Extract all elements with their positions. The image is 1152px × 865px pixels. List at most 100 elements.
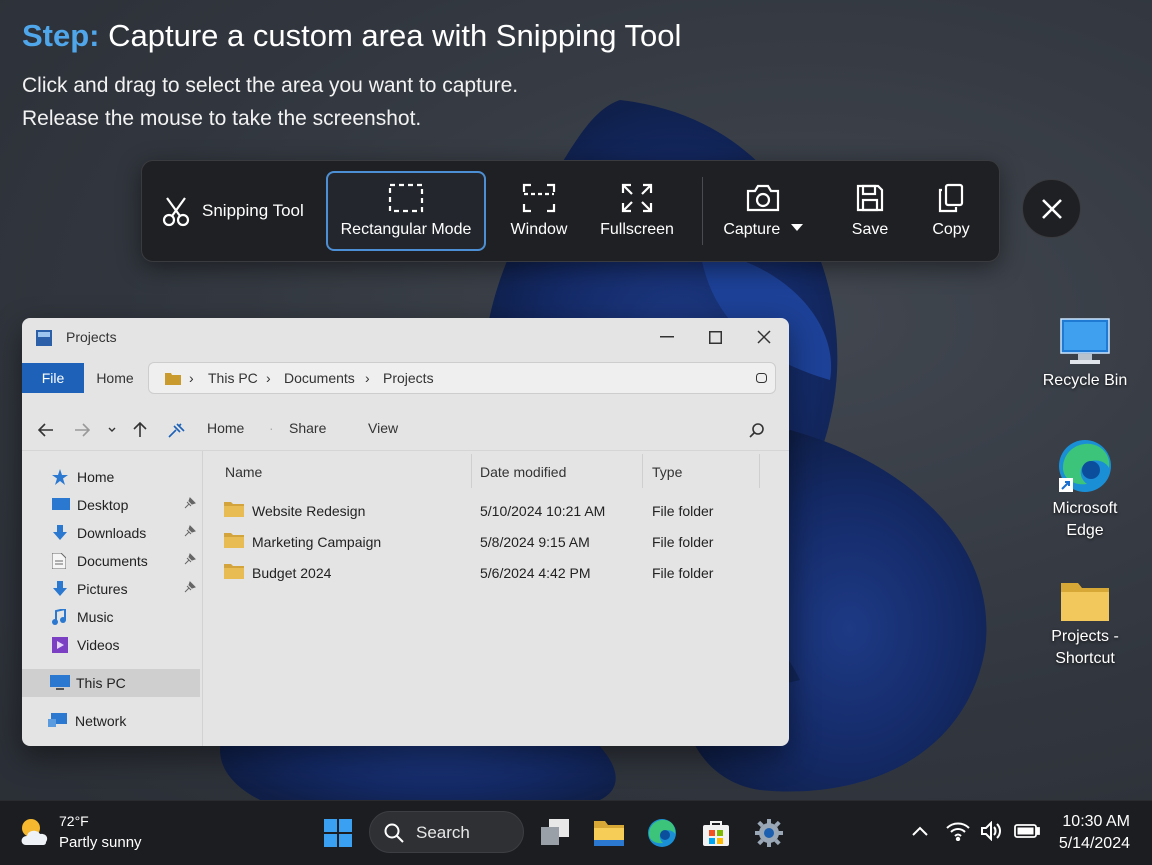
file-row[interactable]: Marketing Campaign 5/8/2024 9:15 AM File… [222, 529, 782, 555]
close-snip-button[interactable] [1022, 179, 1081, 238]
close-window-button[interactable] [749, 324, 779, 350]
command-bar: Home · Share View [22, 410, 789, 451]
folder-icon [224, 502, 244, 517]
save-icon [856, 184, 884, 212]
step-title-text: Capture a custom area with Snipping Tool [108, 18, 682, 53]
capture-label: Capture [723, 221, 803, 239]
nav-item-downloads[interactable]: Downloads [22, 519, 200, 547]
minimize-button[interactable] [652, 324, 682, 350]
back-arrow-icon[interactable] [38, 423, 54, 437]
nav-item-documents[interactable]: Documents [22, 547, 200, 575]
star-icon [52, 469, 68, 485]
capture-button[interactable]: Capture [716, 171, 810, 251]
desktop-icon-microsoft-edge[interactable]: Microsoft Edge [1030, 438, 1140, 542]
nav-item-network[interactable]: Network [22, 707, 200, 735]
download-icon [53, 525, 67, 540]
save-label: Save [851, 221, 889, 238]
fullscreen-mode-button[interactable]: Fullscreen [590, 171, 684, 251]
nav-item-pictures[interactable]: Pictures [22, 575, 200, 603]
forward-arrow-icon[interactable] [74, 423, 90, 437]
breadcrumb-projects[interactable]: Projects [383, 370, 434, 386]
copy-button[interactable]: Copy [912, 171, 990, 251]
folder-icon [165, 373, 181, 385]
cmd-home[interactable]: Home [207, 420, 244, 436]
desktop-icon-recycle-bin[interactable]: Recycle Bin [1030, 318, 1140, 392]
home-tab[interactable]: Home [84, 363, 146, 393]
window-selection-icon [522, 183, 556, 213]
edge-label: Microsoft Edge [1052, 500, 1118, 539]
rectangular-mode-button[interactable]: Rectangular Mode [326, 171, 486, 251]
rectangle-selection-icon [388, 183, 424, 213]
clock-time[interactable]: 10:30 AM [1062, 813, 1130, 831]
search-label: Search [416, 823, 470, 842]
cmd-view[interactable]: View [368, 420, 398, 436]
close-icon [1041, 198, 1062, 219]
explorer-titlebar: Projects [22, 318, 789, 356]
up-arrow-icon[interactable] [133, 422, 147, 438]
file-explorer-taskbar-button[interactable] [589, 813, 629, 853]
column-header-date[interactable]: Date modified [480, 464, 566, 480]
column-header-type[interactable]: Type [652, 464, 682, 480]
pin-icon [184, 525, 196, 537]
cmd-share[interactable]: Share [289, 420, 326, 436]
search-icon [384, 823, 404, 843]
battery-icon[interactable] [1014, 824, 1040, 838]
wifi-icon[interactable] [946, 821, 970, 841]
column-divider [471, 454, 472, 488]
pin-icon [184, 581, 196, 593]
nav-item-videos[interactable]: Videos [22, 631, 200, 659]
weather-partly-sunny-icon[interactable] [18, 815, 52, 849]
breadcrumb-this-pc[interactable]: This PC [208, 370, 258, 386]
maximize-icon [708, 330, 722, 344]
chevron-up-icon[interactable] [912, 826, 928, 836]
volume-icon[interactable] [980, 821, 1004, 841]
search-box-icon [756, 373, 767, 383]
cmd-divider: · [269, 420, 274, 436]
breadcrumb-separator: › [266, 370, 271, 386]
file-explorer-icon [594, 821, 624, 846]
search-icon[interactable] [749, 422, 765, 438]
store-taskbar-button[interactable] [696, 813, 736, 853]
nav-item-desktop[interactable]: Desktop [22, 491, 200, 519]
desktop-icon [52, 498, 70, 510]
start-button[interactable] [318, 813, 358, 853]
folder-icon [224, 564, 244, 579]
snipping-tool-brand: Snipping Tool [162, 191, 304, 231]
windows-logo-icon [324, 819, 352, 847]
close-icon [757, 330, 771, 344]
chevron-down-icon [790, 224, 803, 231]
recent-chevron-icon[interactable] [108, 427, 116, 433]
column-divider [759, 454, 760, 488]
file-row[interactable]: Budget 2024 5/6/2024 4:42 PM File folder [222, 560, 782, 586]
desktop-icon-projects-shortcut[interactable]: Projects - Shortcut [1030, 580, 1140, 670]
edge-taskbar-button[interactable] [642, 813, 682, 853]
video-icon [52, 637, 68, 653]
projects-shortcut-label: Projects - Shortcut [1051, 628, 1119, 667]
snipping-toolbar: Snipping Tool Rectangular Mode Window Fu… [141, 160, 1000, 262]
nav-item-this-pc[interactable]: This PC [22, 669, 200, 697]
pin-icon[interactable] [168, 422, 186, 438]
file-tab[interactable]: File [22, 363, 84, 393]
address-bar[interactable]: › This PC › Documents › Projects [148, 362, 776, 394]
taskbar-search-box[interactable]: Search [369, 811, 524, 853]
pictures-icon [53, 581, 67, 596]
window-mode-label: Window [510, 221, 568, 238]
settings-taskbar-button[interactable] [749, 813, 789, 853]
toolbar-separator [702, 177, 703, 245]
folder-icon [224, 533, 244, 548]
clock-date[interactable]: 5/14/2024 [1059, 835, 1130, 853]
column-header-name[interactable]: Name [225, 464, 262, 480]
task-view-button[interactable] [535, 813, 575, 853]
window-mode-button[interactable]: Window [494, 171, 584, 251]
document-icon [52, 553, 66, 569]
maximize-button[interactable] [700, 324, 730, 350]
save-button[interactable]: Save [830, 171, 910, 251]
breadcrumb-documents[interactable]: Documents [284, 370, 355, 386]
nav-item-music[interactable]: Music [22, 603, 200, 631]
nav-item-home[interactable]: Home [22, 463, 200, 491]
file-row[interactable]: Website Redesign 5/10/2024 10:21 AM File… [222, 498, 782, 524]
edge-icon [648, 819, 676, 847]
breadcrumb-separator: › [189, 370, 194, 386]
window-title: Projects [66, 329, 117, 345]
snipping-tool-name: Snipping Tool [202, 201, 304, 220]
